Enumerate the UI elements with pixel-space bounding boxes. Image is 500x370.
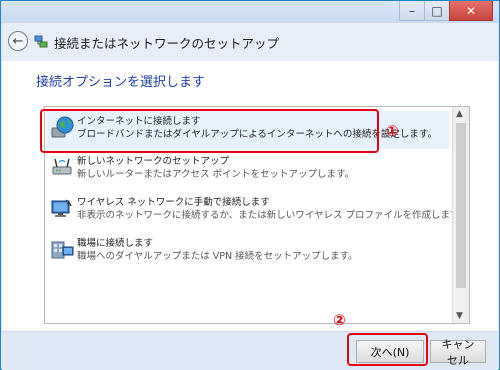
back-arrow-icon: ← <box>12 33 24 49</box>
window-controls: – □ ✕ <box>399 1 493 21</box>
network-setup-icon <box>34 35 48 48</box>
dialog-content: 接続オプションを選択します インターネットに接続します ブロードバンドまたはダイ… <box>2 61 498 331</box>
page-heading: 接続オプションを選択します <box>36 75 206 90</box>
annotation-marker-2: ② <box>333 311 346 329</box>
option-description: 新しいルーターまたはアクセス ポイントをセットアップします。 <box>77 169 355 180</box>
annotation-box-1 <box>40 109 379 153</box>
dialog-header: ← 接続またはネットワークのセットアップ <box>2 23 498 61</box>
scroll-down-icon[interactable]: ▼ <box>456 311 463 321</box>
maximize-button[interactable]: □ <box>424 1 450 21</box>
vertical-scrollbar[interactable]: ▲ ▼ <box>452 107 469 323</box>
close-button[interactable]: ✕ <box>449 1 493 21</box>
annotation-box-2 <box>347 333 428 366</box>
router-icon <box>52 158 72 175</box>
title-bar[interactable]: – □ ✕ <box>1 1 499 23</box>
dialog-title: 接続またはネットワークのセットアップ <box>54 36 280 51</box>
option-title: 新しいネットワークのセットアップ <box>77 156 230 167</box>
option-new-network[interactable]: 新しいネットワークのセットアップ 新しいルーターまたはアクセス ポイントをセット… <box>47 151 449 189</box>
annotation-marker-1: ① <box>386 122 399 140</box>
option-description: 職場へのダイヤルアップまたは VPN 接続をセットアップします。 <box>77 251 358 262</box>
option-workplace[interactable]: 職場に接続します 職場へのダイヤルアップまたは VPN 接続をセットアップします… <box>47 233 449 271</box>
cancel-button[interactable]: キャンセル <box>430 338 486 367</box>
back-button[interactable]: ← <box>8 31 28 51</box>
wireless-monitor-icon <box>51 199 72 217</box>
scroll-up-icon[interactable]: ▲ <box>456 109 463 119</box>
minimize-icon: – <box>409 3 415 18</box>
dialog-window: – □ ✕ ← 接続またはネットワークのセットアップ 接続オプションを選択します… <box>0 0 500 370</box>
option-title: ワイヤレス ネットワークに手動で接続します <box>77 197 270 208</box>
option-title: 職場に接続します <box>77 238 154 249</box>
option-description: 非表示のネットワークに接続するか、または新しいワイヤレス プロファイルを作成しま… <box>77 210 469 221</box>
maximize-icon: □ <box>431 3 443 18</box>
option-wireless-manual[interactable]: ワイヤレス ネットワークに手動で接続します 非表示のネットワークに接続するか、ま… <box>47 192 468 230</box>
close-icon: ✕ <box>465 3 477 18</box>
workplace-icon <box>51 241 74 259</box>
minimize-button[interactable]: – <box>399 1 425 21</box>
scrollbar-thumb[interactable] <box>456 123 466 288</box>
